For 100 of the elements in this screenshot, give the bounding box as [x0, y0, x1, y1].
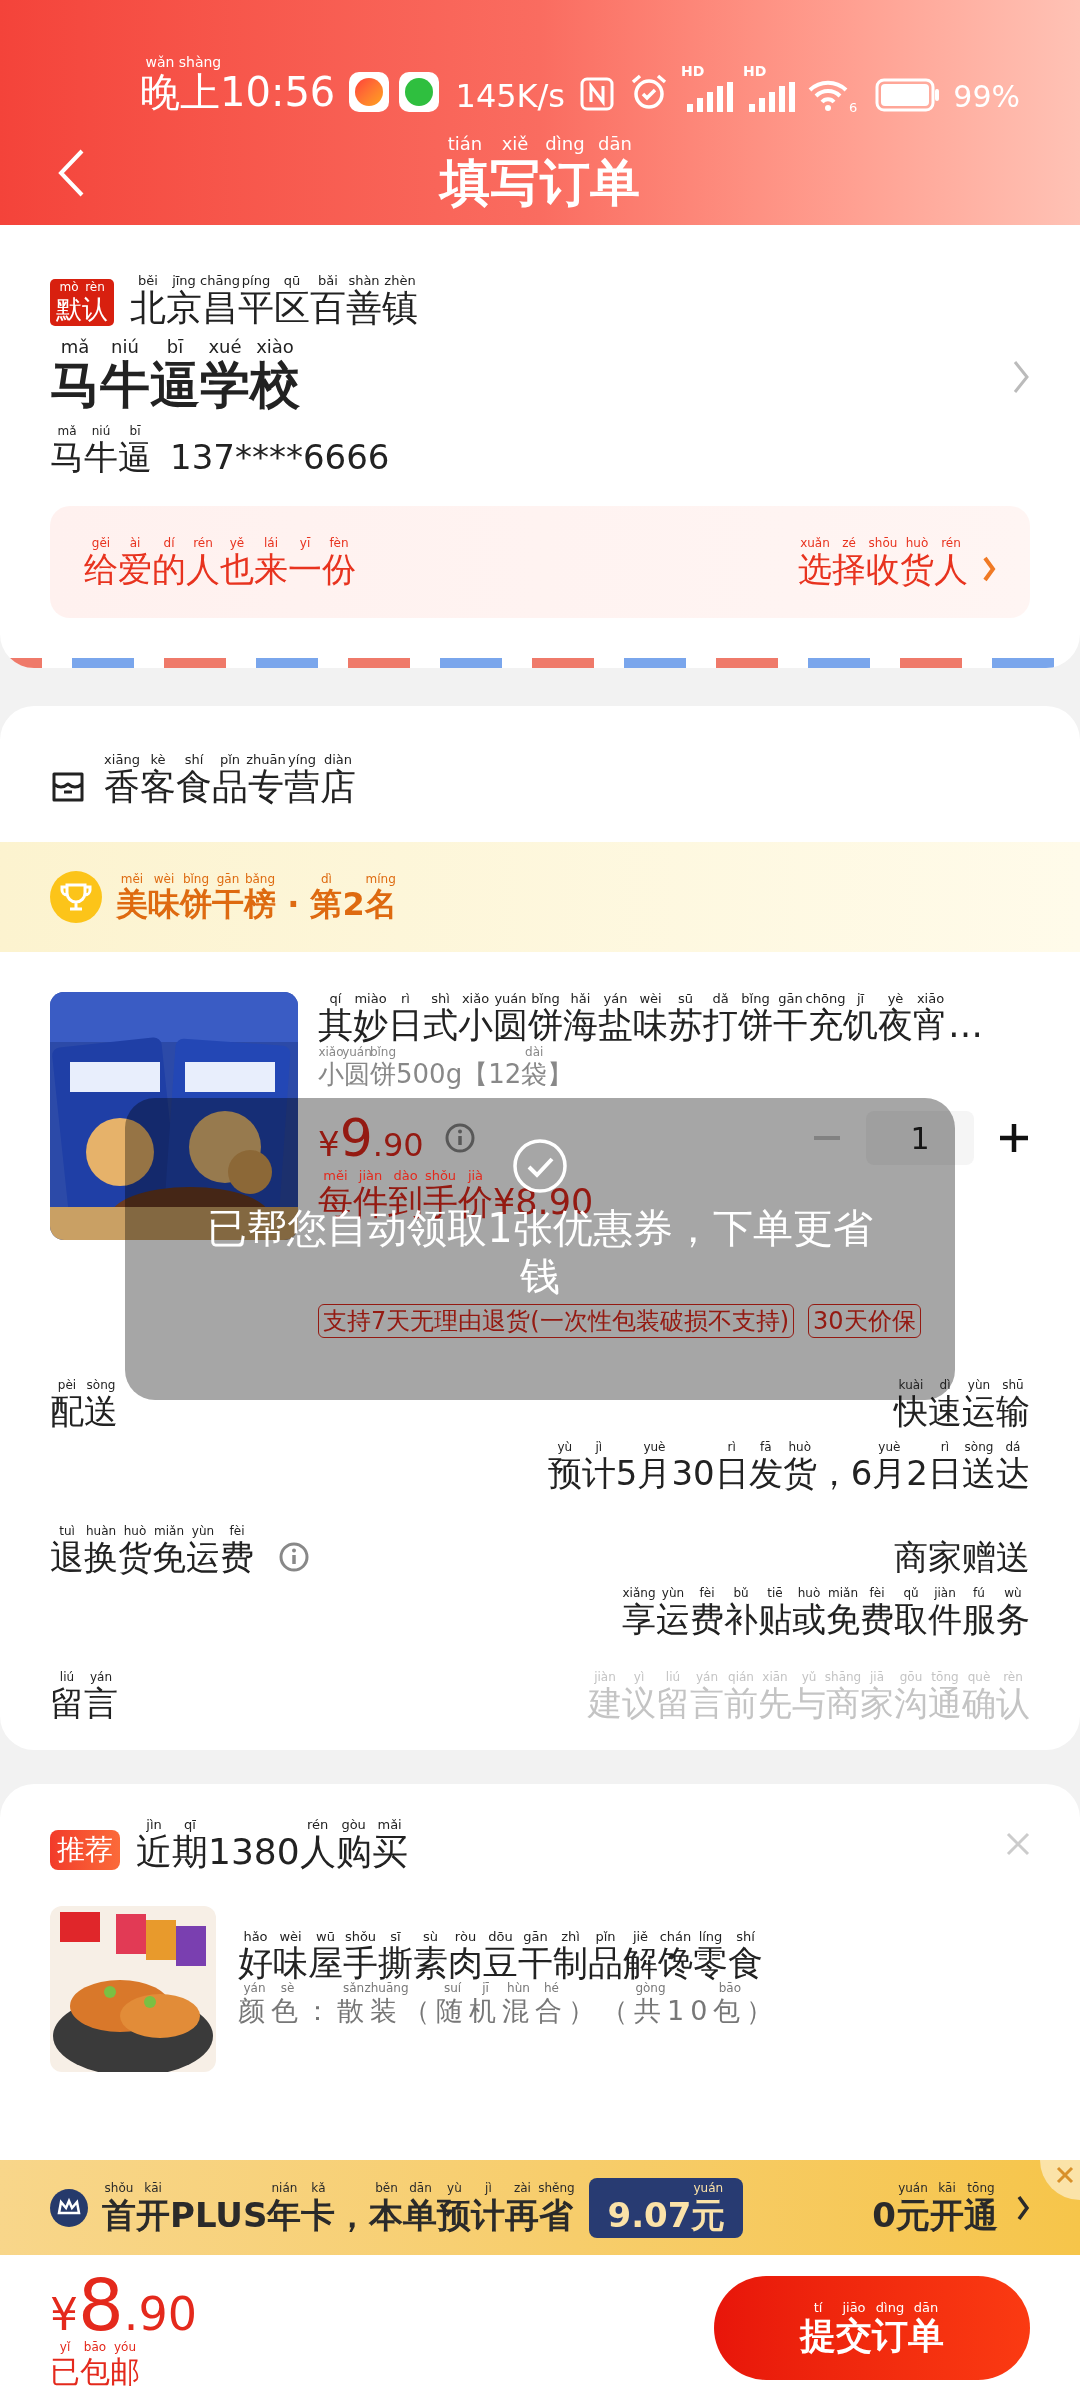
pinyin-text: rén — [193, 536, 213, 549]
pinyin-text: jì — [485, 2182, 492, 2195]
pinyin-text: wū — [316, 1929, 335, 1943]
pinyin-text: niú — [111, 337, 139, 356]
pinyin-text: zhuān — [246, 752, 286, 766]
info-icon[interactable] — [443, 1122, 476, 1154]
network-speed: 145K/s — [455, 80, 566, 112]
open-plus-link[interactable]: 0元开通 — [872, 2197, 998, 2232]
signal-label: HD — [681, 64, 705, 78]
pinyin-text: diàn — [323, 752, 353, 766]
pinyin-text: kè — [150, 752, 166, 766]
pinyin-text: rén — [941, 536, 961, 549]
pinyin-text: xiǎng — [622, 1586, 656, 1599]
pinyin-text: dào — [393, 1168, 418, 1182]
quantity-field[interactable]: 1 — [866, 1111, 974, 1165]
pinyin-text: běi — [138, 273, 158, 287]
signal-label: HD — [743, 64, 767, 78]
pinyin-text: mǎ — [60, 337, 90, 356]
recommend-item-spec: 颜色：散装（随机混合）（共10包） — [238, 1997, 780, 2024]
pinyin-text: niú — [91, 424, 111, 437]
plus-icon[interactable] — [998, 1122, 1030, 1154]
pinyin-text: mò — [59, 281, 79, 294]
wifi-label: 6 — [849, 101, 858, 114]
pinyin-text: gěi — [91, 536, 111, 549]
recommend-badge: 推荐 — [50, 1830, 120, 1870]
pinyin-text: huàn — [85, 1524, 117, 1537]
pinyin-text: kuài — [898, 1378, 924, 1391]
pinyin-text: dōu — [488, 1929, 513, 1943]
pinyin-text: yuè — [878, 1440, 901, 1453]
battery-percent: 99% — [953, 82, 1020, 112]
info-icon[interactable] — [278, 1541, 310, 1573]
pinyin-text: yù — [557, 1440, 573, 1453]
pinyin-text: jiě — [632, 1929, 649, 1943]
pinyin-text: miǎn — [154, 1524, 184, 1537]
pinyin-text: shěng — [538, 2182, 575, 2195]
pinyin-text: yíng — [288, 752, 316, 766]
chevron-right-icon[interactable] — [1012, 358, 1030, 395]
pinyin-text: shàn — [348, 273, 380, 287]
pinyin-text: hùn — [507, 1982, 530, 1995]
pinyin-text: wèi — [153, 872, 175, 885]
pinyin-text: sù — [423, 1929, 438, 1943]
pinyin-text: jià — [467, 1168, 484, 1182]
pinyin-text: mǎ — [57, 424, 77, 437]
pinyin-text: gòu — [341, 1817, 366, 1831]
pinyin-text: shǒu — [104, 2182, 134, 2195]
pinyin-text: sè — [280, 1982, 295, 1995]
pinyin-text: gān — [523, 1929, 548, 1943]
pinyin-text: qí — [329, 991, 342, 1005]
pinyin-text: wǎn — [145, 54, 175, 69]
pinyin-text: měi — [323, 1168, 348, 1182]
plus-promo-text: 首开PLUS年卡，本单预计再省 — [102, 2197, 574, 2232]
close-icon[interactable] — [1006, 1832, 1030, 1856]
pinyin-text: rén — [306, 1817, 329, 1831]
row-value: 快速运输 — [894, 1394, 1030, 1428]
pinyin-text: miǎn — [828, 1586, 858, 1599]
pinyin-text: shǒu — [424, 1168, 457, 1182]
pinyin-text: miào — [354, 991, 387, 1005]
store-icon — [50, 770, 86, 804]
pinyin-text: tuì — [59, 1524, 75, 1537]
pinyin-text: fèi — [229, 1524, 245, 1537]
nfc-icon — [579, 76, 616, 112]
recommend-item-title[interactable]: 好味屋手撕素肉豆干制品解馋零食 — [238, 1946, 780, 1981]
app-icon — [399, 72, 440, 112]
address-detail: 马牛逼学校 — [50, 360, 301, 410]
pinyin-text: tōng — [931, 1670, 959, 1683]
pinyin-text: yī — [299, 536, 311, 549]
row-label: 退换货免运费 — [50, 1540, 254, 1574]
pinyin-text: xuǎn — [800, 536, 830, 549]
pinyin-text: wù — [1004, 1586, 1022, 1599]
pinyin-text: shí — [736, 1929, 755, 1943]
pinyin-text: jiā — [870, 1670, 884, 1683]
pinyin-text: bāo — [83, 2340, 107, 2353]
pinyin-text: jiāo — [842, 2301, 866, 2315]
close-icon[interactable] — [1040, 2160, 1080, 2200]
pinyin-text: rì — [727, 1440, 736, 1453]
pinyin-text: chāng — [200, 273, 240, 287]
recipient-phone: 137****6666 — [170, 440, 390, 474]
pinyin-text: gān — [778, 991, 803, 1005]
pinyin-text: xiào — [256, 337, 294, 356]
pinyin-text: fèn — [329, 536, 349, 549]
back-icon[interactable] — [56, 148, 86, 198]
pinyin-text: dá — [1005, 1440, 1021, 1453]
pinyin-text: shǒu — [344, 1929, 377, 1943]
pinyin-text: yuán — [494, 991, 527, 1005]
pinyin-text: shí — [184, 752, 204, 766]
pinyin-text: zhuāng — [364, 1982, 409, 1995]
pinyin-text: pǐn — [219, 752, 241, 766]
pinyin-text: ròu — [454, 1929, 477, 1943]
recipient-name: 马牛逼 — [50, 440, 152, 474]
pinyin-text: píng — [241, 273, 271, 287]
pinyin-text: zài — [513, 2182, 531, 2195]
wifi-icon — [807, 78, 850, 112]
pinyin-text: wèi — [279, 1929, 302, 1943]
pinyin-text: mǎi — [377, 1817, 402, 1831]
pinyin-text: shū — [1002, 1378, 1024, 1391]
choose-recipient-link[interactable]: 选择收货人 — [798, 552, 968, 586]
pinyin-text: suí — [443, 1982, 462, 1995]
pinyin-text: jiàn — [594, 1670, 616, 1683]
pinyin-text: yuè — [643, 1440, 666, 1453]
pinyin-text: gòng — [635, 1982, 666, 1995]
